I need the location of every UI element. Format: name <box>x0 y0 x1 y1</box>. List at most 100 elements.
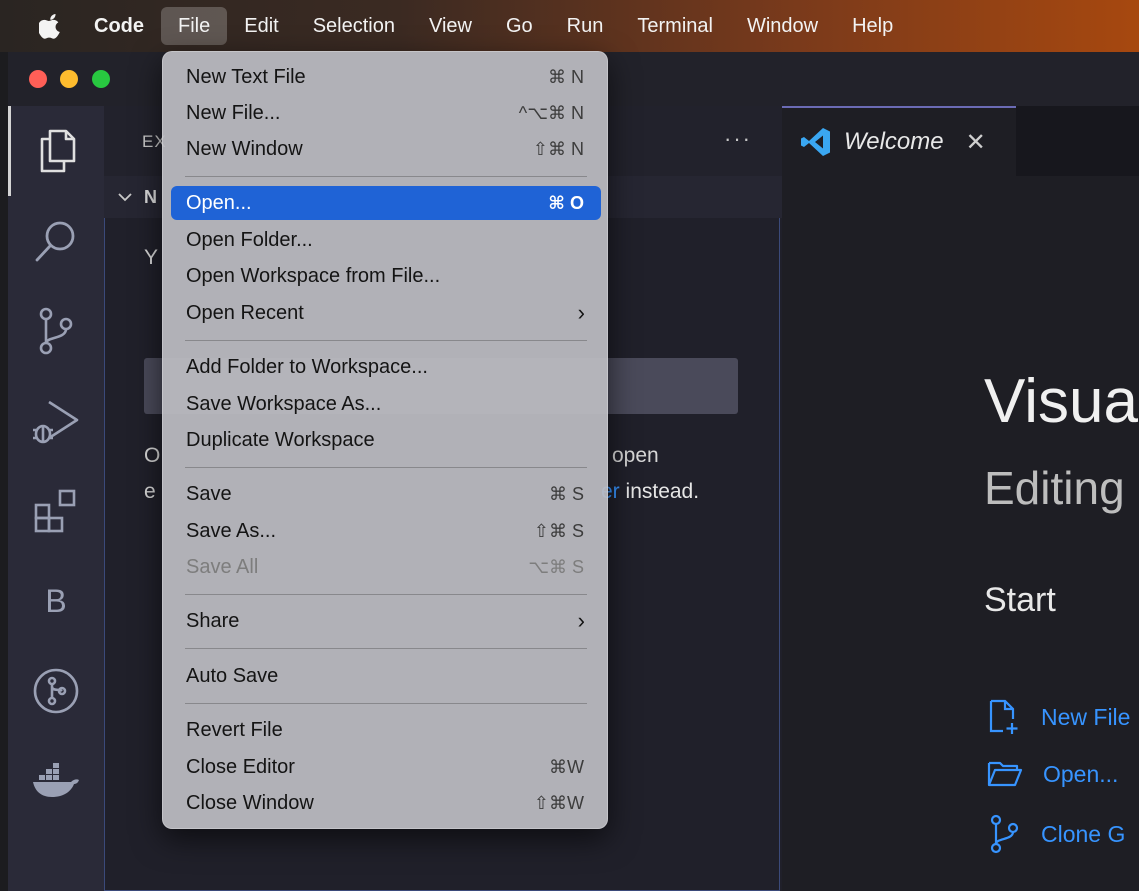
menu-item-label: Save Workspace As... <box>186 393 382 415</box>
git-graph-icon[interactable] <box>8 646 104 736</box>
menu-item-label: Open Folder... <box>186 229 313 251</box>
start-clone-git-label: Clone G <box>1041 820 1126 847</box>
close-icon[interactable]: ✕ <box>966 128 986 157</box>
menu-item-save-all: Save All ⌥⌘ S <box>171 550 601 584</box>
folder-open-icon <box>987 761 1023 787</box>
sidebar-message-line-2-end: open <box>612 444 659 467</box>
menu-item-label: Save <box>186 483 232 505</box>
menu-item-label: New File... <box>186 102 281 124</box>
menu-item-new-window[interactable]: New Window ⇧⌘ N <box>171 132 601 166</box>
b-extension-label: B <box>45 582 67 619</box>
menu-edit[interactable]: Edit <box>227 7 295 45</box>
menu-item-close-window[interactable]: Close Window ⇧⌘W <box>171 786 601 820</box>
menu-item-shortcut: ⌘ S <box>548 484 584 504</box>
source-control-icon <box>990 814 1019 854</box>
macos-menu-bar: Code File Edit Selection View Go Run Ter… <box>0 0 1139 52</box>
menu-item-label: New Text File <box>186 66 306 88</box>
menu-item-shortcut: ⇧⌘ N <box>532 139 584 159</box>
tab-welcome-label: Welcome <box>844 128 944 155</box>
menu-item-label: New Window <box>186 138 303 160</box>
sidebar-link-suffix: instead. <box>619 480 700 503</box>
menu-item-shortcut: ⌘ O <box>548 193 584 213</box>
menu-separator <box>185 703 587 704</box>
start-open-label: Open... <box>1043 760 1119 787</box>
menu-item-shortcut: ⌘ N <box>548 67 584 87</box>
menu-item-shortcut: ⌘W <box>549 757 584 777</box>
tab-welcome[interactable]: Welcome ✕ <box>782 106 1016 176</box>
menu-run[interactable]: Run <box>550 7 621 45</box>
menu-item-save[interactable]: Save ⌘ S <box>171 477 601 511</box>
menu-item-shortcut: ⇧⌘W <box>533 793 584 813</box>
menu-code[interactable]: Code <box>82 7 161 45</box>
editor-tab-strip: Welcome ✕ <box>782 106 1139 176</box>
menu-item-shortcut: ⌥⌘ S <box>528 557 584 577</box>
menu-item-save-workspace-as[interactable]: Save Workspace As... <box>171 387 601 421</box>
menu-item-label: Open Recent <box>186 302 304 324</box>
start-clone-git-link[interactable]: Clone G <box>987 814 1125 854</box>
zoom-window-button[interactable] <box>92 70 110 88</box>
apple-logo-icon[interactable] <box>38 13 64 39</box>
menu-item-open-folder[interactable]: Open Folder... <box>171 223 601 257</box>
menu-item-revert-file[interactable]: Revert File <box>171 713 601 747</box>
b-extension-icon[interactable]: B <box>8 556 104 646</box>
menu-separator <box>185 594 587 595</box>
menu-item-new-file[interactable]: New File... ^⌥⌘ N <box>171 96 601 130</box>
start-new-file-label: New File <box>1041 703 1131 730</box>
menu-item-label: Close Window <box>186 792 314 814</box>
menu-go[interactable]: Go <box>489 7 550 45</box>
vscode-logo-icon <box>801 128 830 156</box>
menu-item-label: Open Workspace from File... <box>186 265 441 287</box>
sidebar-message-line-3-start: e <box>144 480 156 503</box>
menu-item-open-recent[interactable]: Open Recent › <box>171 296 601 330</box>
welcome-subtitle: Editing <box>984 462 1125 514</box>
sidebar-message-line-2-start: O <box>144 444 161 467</box>
menu-item-share[interactable]: Share › <box>171 604 601 638</box>
menu-view[interactable]: View <box>412 7 489 45</box>
menu-terminal[interactable]: Terminal <box>620 7 730 45</box>
search-icon[interactable] <box>8 196 104 286</box>
menu-item-label: Open... <box>186 192 252 214</box>
menu-separator <box>185 340 587 341</box>
menu-separator <box>185 648 587 649</box>
sidebar-message-line-1: Y <box>144 246 159 269</box>
chevron-down-icon <box>118 193 132 202</box>
menu-item-label: Share <box>186 610 240 632</box>
start-heading: Start <box>984 581 1056 619</box>
chevron-right-icon: › <box>577 608 585 633</box>
menu-item-label: Save All <box>186 556 259 578</box>
start-new-file-link[interactable]: New File <box>987 698 1130 736</box>
more-actions-button[interactable]: ··· <box>724 126 752 152</box>
menu-separator <box>185 467 587 468</box>
menu-item-open-workspace[interactable]: Open Workspace from File... <box>171 259 601 293</box>
new-file-icon <box>989 699 1018 734</box>
start-open-link[interactable]: Open... <box>987 759 1118 789</box>
menu-help[interactable]: Help <box>835 7 910 45</box>
menu-item-auto-save[interactable]: Auto Save <box>171 659 601 693</box>
menu-item-shortcut: ⇧⌘ S <box>533 521 584 541</box>
menu-item-open[interactable]: Open... ⌘ O <box>171 186 601 220</box>
chevron-right-icon: › <box>577 300 585 325</box>
menu-item-new-text-file[interactable]: New Text File ⌘ N <box>171 60 601 94</box>
run-debug-icon[interactable] <box>8 376 104 466</box>
welcome-page: Visua Editing Start New File Open... Clo… <box>782 176 1139 891</box>
close-window-button[interactable] <box>29 70 47 88</box>
menu-item-label: Save As... <box>186 520 277 542</box>
menu-selection[interactable]: Selection <box>296 7 412 45</box>
menu-item-add-folder-to-workspace[interactable]: Add Folder to Workspace... <box>171 350 601 384</box>
menu-window[interactable]: Window <box>730 7 835 45</box>
menu-item-label: Auto Save <box>186 665 279 687</box>
menu-item-duplicate-workspace[interactable]: Duplicate Workspace <box>171 423 601 457</box>
source-control-icon[interactable] <box>8 286 104 376</box>
menu-file[interactable]: File <box>161 7 228 45</box>
menu-item-label: Revert File <box>186 719 283 741</box>
menu-item-close-editor[interactable]: Close Editor ⌘W <box>171 750 601 784</box>
welcome-title: Visua <box>984 367 1138 436</box>
docker-icon[interactable] <box>8 736 104 826</box>
menu-item-label: Duplicate Workspace <box>186 429 375 451</box>
explorer-icon[interactable] <box>8 106 104 196</box>
extensions-icon[interactable] <box>8 466 104 556</box>
menu-separator <box>185 176 587 177</box>
activity-bar: B <box>8 106 104 891</box>
menu-item-save-as[interactable]: Save As... ⇧⌘ S <box>171 514 601 548</box>
minimize-window-button[interactable] <box>60 70 78 88</box>
